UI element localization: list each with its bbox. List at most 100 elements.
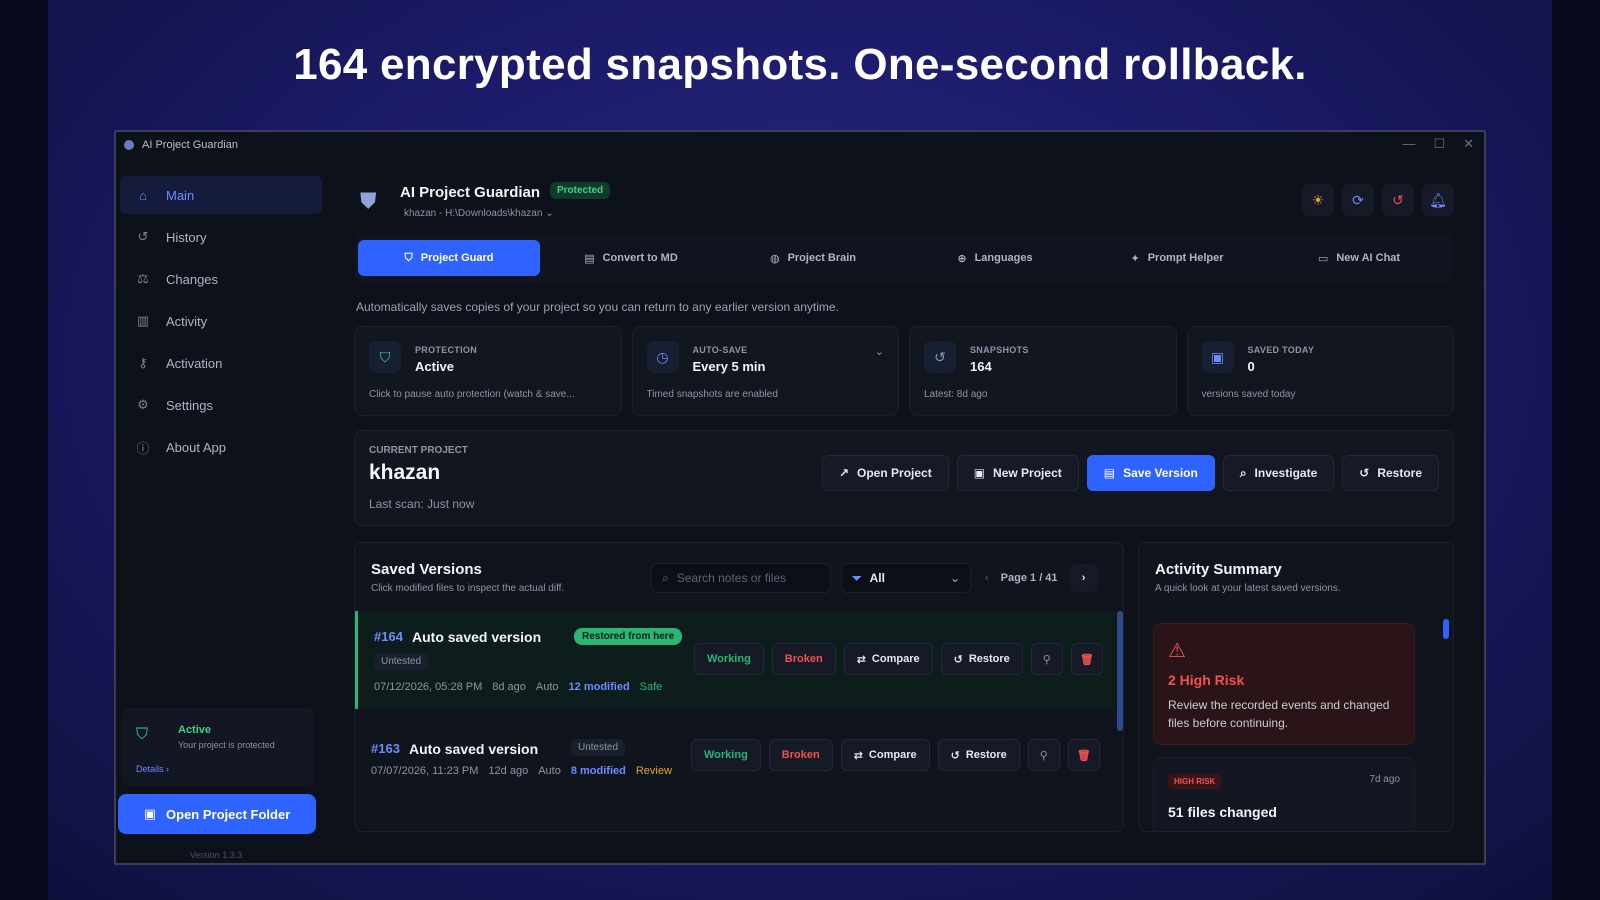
version-actions: Working Broken ⇄ Compare ↺ Restore ⚲ 🗑︎ (694, 643, 1103, 675)
scrollbar-thumb[interactable] (1117, 611, 1123, 731)
new-project-button[interactable]: ▣ New Project (956, 455, 1079, 491)
saved-versions-subtitle: Click modified files to inspect the actu… (371, 583, 565, 594)
tab-prompt-helper[interactable]: ✦ Prompt Helper (1086, 240, 1268, 276)
wand-icon: ✦ (1130, 252, 1140, 265)
filter-select[interactable]: ⏷ All ⌄ (841, 563, 971, 593)
close-icon[interactable]: ✕ (1463, 136, 1474, 152)
search-input[interactable] (676, 571, 817, 585)
activity-event-card[interactable]: HIGH RISK 7d ago 51 files changed (1153, 757, 1415, 831)
version-row[interactable]: #164 Auto saved version Restored from he… (355, 611, 1115, 709)
history-icon: ↺ (137, 229, 149, 244)
stat-label: SAVED TODAY (1247, 345, 1315, 355)
high-risk-card[interactable]: ⚠ 2 High Risk Review the recorded events… (1153, 623, 1415, 745)
mark-working-button[interactable]: Working (691, 739, 761, 771)
stat-card-auto-save[interactable]: ◷ AUTO-SAVE Every 5 min ⌄ Timed snapshot… (631, 326, 899, 416)
undo-icon: ↺ (1392, 191, 1404, 208)
page-title: AI Project Guardian (400, 184, 541, 201)
window-controls: — ☐ ✕ (1402, 136, 1474, 152)
tab-languages[interactable]: ⊕ Languages (904, 240, 1086, 276)
restore-button[interactable]: ↺ Restore (1342, 455, 1439, 491)
compare-button[interactable]: ⇄ Compare (840, 739, 930, 771)
stat-value: Active (415, 359, 455, 374)
risk-count: 2 High Risk (1168, 672, 1245, 688)
scrollbar-thumb[interactable] (1443, 619, 1449, 639)
stat-subtext: versions saved today (1201, 389, 1296, 400)
shield-check-icon: ⛉ (136, 726, 149, 743)
undo-icon: ↺ (1359, 466, 1370, 480)
page-indicator: Page 1 / 41 (1000, 572, 1058, 584)
sidebar-item-activation[interactable]: ⚷ Activation (120, 344, 322, 382)
save-version-button[interactable]: ▤ Save Version (1086, 455, 1215, 491)
theme-toggle-button[interactable]: ☀ (1302, 184, 1334, 216)
key-icon: ⚷ (138, 355, 148, 370)
open-project-folder-button[interactable]: ▣ Open Project Folder (118, 794, 316, 834)
minimize-icon[interactable]: — (1402, 136, 1415, 152)
left-edge (0, 0, 48, 900)
risk-badge: HIGH RISK (1168, 774, 1222, 789)
sidebar: ⌂ Main ↺ History ⚖ Changes ▥ Activity ⚷ … (116, 158, 326, 863)
project-path-selector[interactable]: khazan - H:\Downloads\khazan ⌄ (404, 208, 554, 219)
compare-button[interactable]: ⇄ Compare (843, 643, 933, 675)
test-status-badge: Untested (571, 739, 626, 756)
status-subtitle: Your project is protected (178, 740, 275, 750)
details-link[interactable]: Details › (136, 764, 169, 774)
shield-logo-icon: ⛊ (360, 188, 377, 213)
stat-card-snapshots: ↺ SNAPSHOTS 164 Latest: 8d ago (909, 326, 1177, 416)
brain-icon: ◍ (769, 252, 780, 265)
notifications-button[interactable]: 🔔︎ (1422, 184, 1454, 216)
modified-files-link[interactable]: 8 modified (571, 765, 626, 777)
save-icon: ▤ (1103, 466, 1116, 480)
pin-icon: ⚲ (1039, 749, 1048, 762)
stats-row: ⛉ PROTECTION Active Click to pause auto … (354, 326, 1454, 416)
sidebar-item-main[interactable]: ⌂ Main (120, 176, 322, 214)
pin-button[interactable]: ⚲ (1027, 739, 1060, 771)
tab-convert-to-md[interactable]: ▤ Convert to MD (540, 240, 722, 276)
modified-files-link[interactable]: 12 modified (569, 681, 630, 693)
stat-label: SNAPSHOTS (970, 345, 1029, 355)
filter-icon: ⏷ (852, 570, 862, 585)
safety-label: Review (635, 765, 672, 777)
bell-icon: 🔔︎ (1429, 191, 1447, 208)
next-page-button[interactable]: › (1069, 564, 1098, 592)
mark-broken-button[interactable]: Broken (768, 739, 833, 771)
maximize-icon[interactable]: ☐ (1433, 136, 1445, 152)
globe-icon: ⊕ (957, 252, 967, 265)
mark-working-button[interactable]: Working (694, 643, 764, 675)
open-project-button[interactable]: ↗ Open Project (821, 455, 949, 491)
version-row[interactable]: #163 Auto saved version Untested 07/07/2… (355, 723, 1115, 821)
sidebar-item-settings[interactable]: ⚙ Settings (120, 386, 322, 424)
tab-new-ai-chat[interactable]: ▭ New AI Chat (1268, 240, 1450, 276)
sun-icon: ☀ (1311, 191, 1325, 208)
tab-project-guard[interactable]: ⛉ Project Guard (358, 240, 540, 276)
undo-icon: ↺ (953, 653, 963, 666)
chevron-down-icon[interactable]: ⌄ (875, 345, 884, 358)
sidebar-item-activity[interactable]: ▥ Activity (120, 302, 322, 340)
sidebar-item-changes[interactable]: ⚖ Changes (120, 260, 322, 298)
mark-broken-button[interactable]: Broken (771, 643, 836, 675)
sidebar-item-label: History (166, 229, 207, 245)
safety-label: Safe (639, 681, 663, 693)
current-project-label: CURRENT PROJECT (369, 445, 468, 456)
delete-button[interactable]: 🗑︎ (1067, 739, 1100, 771)
search-icon: ⌕ (1239, 465, 1247, 480)
sidebar-item-history[interactable]: ↺ History (120, 218, 322, 256)
tab-project-brain[interactable]: ◍ Project Brain (722, 240, 904, 276)
stat-subtext: Click to pause auto protection (watch & … (369, 389, 575, 400)
prev-page-button[interactable]: ‹ (985, 572, 989, 584)
undo-icon: ↺ (950, 749, 960, 762)
undo-button[interactable]: ↺ (1382, 184, 1414, 216)
investigate-button[interactable]: ⌕ Investigate (1222, 455, 1335, 491)
pin-button[interactable]: ⚲ (1030, 643, 1063, 675)
restore-version-button[interactable]: ↺ Restore (937, 739, 1020, 771)
sidebar-item-about[interactable]: ⓘ About App (120, 428, 322, 466)
stat-card-protection[interactable]: ⛉ PROTECTION Active Click to pause auto … (354, 326, 622, 416)
event-time: 7d ago (1369, 774, 1400, 785)
restore-version-button[interactable]: ↺ Restore (940, 643, 1023, 675)
delete-button[interactable]: 🗑︎ (1070, 643, 1103, 675)
version-number: #163 (371, 741, 400, 756)
compare-icon: ⇄ (856, 653, 866, 666)
chevron-down-icon: ⌄ (949, 571, 960, 585)
pin-icon: ⚲ (1042, 653, 1051, 666)
refresh-button[interactable]: ⟳ (1342, 184, 1374, 216)
stat-label: AUTO-SAVE (692, 345, 748, 355)
